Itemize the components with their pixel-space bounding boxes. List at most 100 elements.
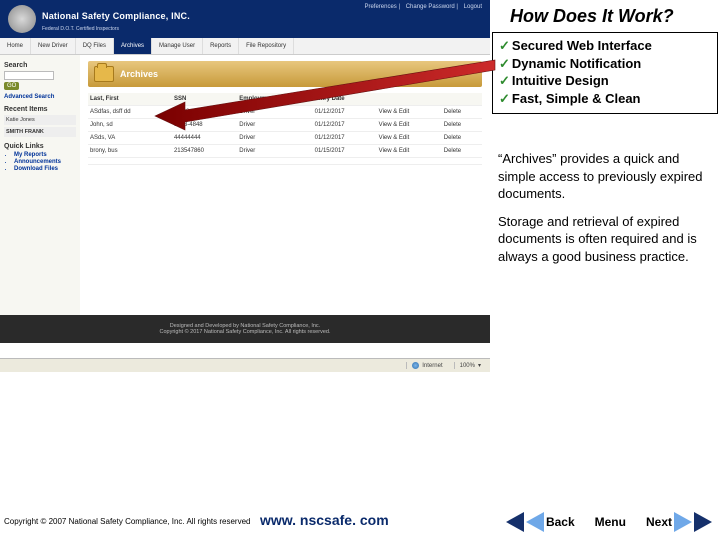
check-icon: ✓ [499, 56, 510, 71]
view-edit-link[interactable]: View & Edit [377, 132, 442, 145]
cell: ASds, VA [88, 132, 172, 145]
table-row [88, 158, 482, 165]
top-links: Preferences | Change Password | Logout [360, 4, 482, 10]
view-edit-link [377, 158, 442, 165]
cell: 01/12/2017 [313, 119, 377, 132]
col-header: SSN [172, 93, 237, 106]
table-row: ASds, VA44444444Driver01/12/2017View & E… [88, 132, 482, 145]
quick-heading: Quick Links [4, 143, 76, 150]
view-edit-link[interactable]: View & Edit [377, 145, 442, 158]
brand-sub: Federal D.O.T. Certified Inspectors [42, 26, 190, 32]
panel-title: Archives [120, 69, 158, 79]
app-main: Archives Last, FirstSSNEmploymentEntry D… [80, 55, 490, 315]
cell: 01/12/2017 [313, 106, 377, 119]
next-label: Next [646, 515, 672, 529]
nav-buttons: Back Menu Next [504, 512, 714, 532]
logout-link[interactable]: Logout [464, 4, 482, 10]
app-preview: National Safety Compliance, INC. Federal… [0, 0, 490, 360]
delete-link[interactable]: Delete [442, 132, 482, 145]
bullet: Dynamic Notification [512, 56, 641, 71]
view-edit-link[interactable]: View & Edit [377, 106, 442, 119]
col-header [377, 93, 442, 106]
cell: brony, bus [88, 145, 172, 158]
quick-link[interactable]: Download Files [14, 166, 76, 172]
cell: 01/12/2017 [313, 132, 377, 145]
menu-label: Menu [595, 515, 626, 529]
col-header: Entry Date [313, 93, 377, 106]
slide-title: How Does It Work? [510, 6, 715, 27]
tab-new-driver[interactable]: New Driver [31, 38, 76, 54]
col-header: Last, First [88, 93, 172, 106]
bullet: Intuitive Design [512, 73, 609, 88]
tab-home[interactable]: Home [0, 38, 31, 54]
tab-file-repo[interactable]: File Repository [239, 38, 294, 54]
cell: Driver [237, 106, 312, 119]
app-tabs: Home New Driver DQ Files Archives Manage… [0, 38, 490, 55]
view-edit-link[interactable]: View & Edit [377, 119, 442, 132]
cell: Driver [237, 119, 312, 132]
check-icon: ✓ [499, 91, 510, 106]
cell: Driver [237, 145, 312, 158]
delete-link [442, 158, 482, 165]
body-text: “Archives” provides a quick and simple a… [498, 150, 713, 275]
col-header [442, 93, 482, 106]
adv-search-link[interactable]: Advanced Search [4, 94, 76, 100]
go-button[interactable]: GO [4, 82, 19, 90]
next-button[interactable]: Next [644, 512, 714, 532]
cell [237, 158, 312, 165]
archives-bar: Archives [88, 61, 482, 87]
back-label: Back [546, 515, 575, 529]
tab-manage-user[interactable]: Manage User [152, 38, 203, 54]
bullet: Secured Web Interface [512, 38, 652, 53]
tab-reports[interactable]: Reports [203, 38, 239, 54]
pref-link[interactable]: Preferences [364, 4, 396, 10]
cell: ASdfas, dsff dd [88, 106, 172, 119]
zone-label: Internet [422, 363, 442, 369]
cell: 44444444 [172, 132, 237, 145]
delete-link[interactable]: Delete [442, 106, 482, 119]
browser-status-bar: Internet 100% ▾ [0, 358, 490, 372]
delete-link[interactable]: Delete [442, 145, 482, 158]
bullet-box: ✓Secured Web Interface ✓Dynamic Notifica… [492, 32, 718, 114]
back-button[interactable]: Back [504, 512, 577, 532]
footer-line2: Copyright © 2017 National Safety Complia… [160, 329, 331, 335]
chgpw-link[interactable]: Change Password [406, 4, 455, 10]
sidebar: Search GO Advanced Search Recent Items K… [0, 55, 80, 315]
cell [313, 158, 377, 165]
cell [88, 158, 172, 165]
archives-table: Last, FirstSSNEmploymentEntry Date ASdfa… [88, 93, 482, 165]
copyright: Copyright © 2007 National Safety Complia… [4, 517, 250, 526]
table-row: ASdfas, dsff dd98-98-1623Driver01/12/201… [88, 106, 482, 119]
quick-link[interactable]: My Reports [14, 152, 76, 158]
cell: 3333-4848 [172, 119, 237, 132]
zoom-label: 100% [460, 363, 475, 369]
delete-link[interactable]: Delete [442, 119, 482, 132]
globe-icon [412, 362, 419, 369]
col-header: Employment [237, 93, 312, 106]
tab-dq-files[interactable]: DQ Files [76, 38, 114, 54]
check-icon: ✓ [499, 38, 510, 53]
cell [172, 158, 237, 165]
folder-icon [94, 66, 114, 82]
brand: National Safety Compliance, INC. [42, 11, 190, 21]
search-input[interactable] [4, 71, 54, 80]
cell: Driver [237, 132, 312, 145]
tab-archives[interactable]: Archives [114, 38, 152, 54]
recent-item[interactable]: Katie Jones [4, 115, 76, 125]
check-icon: ✓ [499, 73, 510, 88]
para: Storage and retrieval of expired documen… [498, 213, 713, 266]
cell: John, sd [88, 119, 172, 132]
table-row: brony, bus213547860Driver01/15/2017View … [88, 145, 482, 158]
seal-icon [8, 5, 36, 33]
cell: 213547860 [172, 145, 237, 158]
quick-link[interactable]: Announcements [14, 159, 76, 165]
cell: 98-98-1623 [172, 106, 237, 119]
recent-item[interactable]: SMITH FRANK [4, 127, 76, 137]
table-row: John, sd3333-4848Driver01/12/2017View & … [88, 119, 482, 132]
cell: 01/15/2017 [313, 145, 377, 158]
search-heading: Search [4, 62, 76, 69]
menu-button[interactable]: Menu [593, 515, 628, 529]
app-footer: Designed and Developed by National Safet… [0, 315, 490, 343]
site-url: www. nscsafe. com [260, 512, 389, 528]
bullet: Fast, Simple & Clean [512, 91, 641, 106]
